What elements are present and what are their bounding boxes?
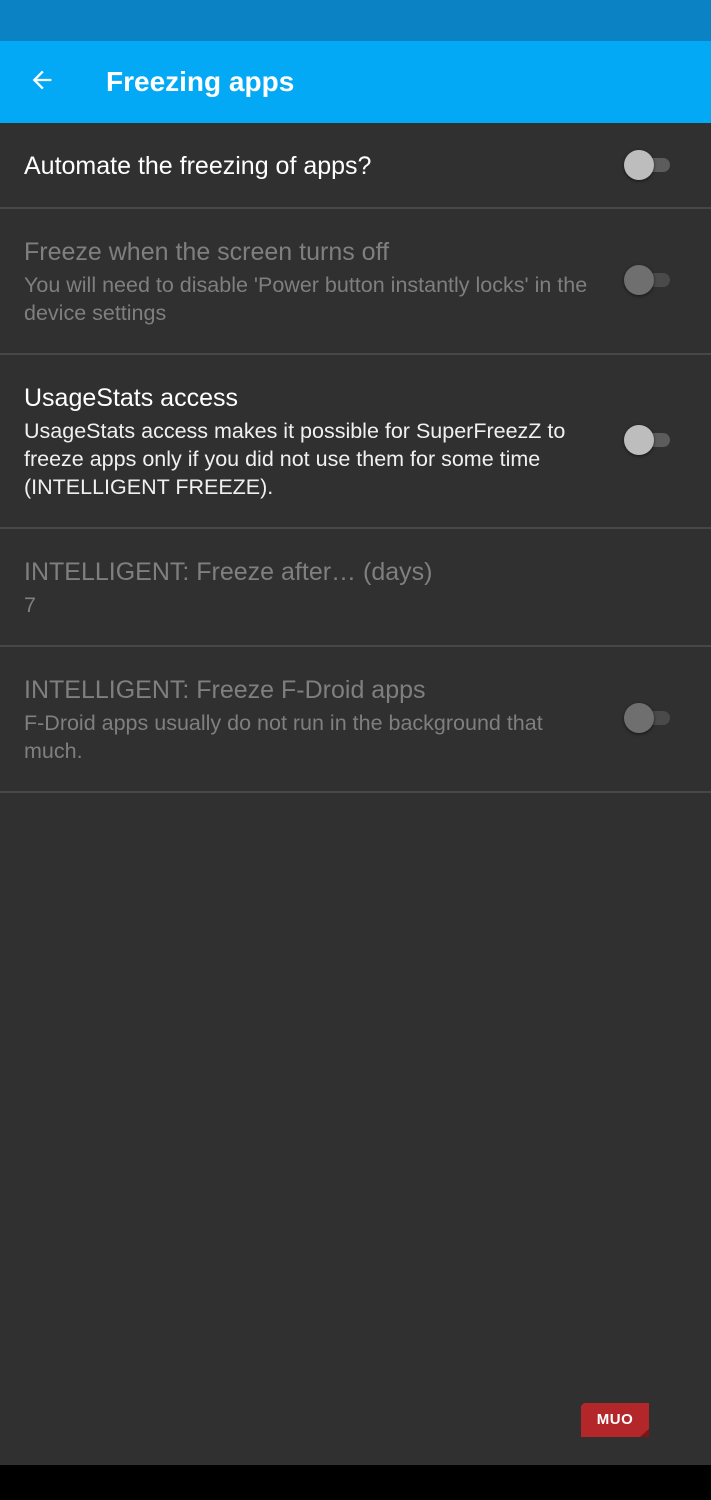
pref-summary: 7 [24,593,36,617]
app-bar: Freezing apps [0,41,711,123]
pref-summary: You will need to disable 'Power button i… [24,273,588,325]
page-title: Freezing apps [106,66,295,97]
pref-text: INTELLIGENT: Freeze after… (days) 7 [24,557,599,619]
switch-thumb [624,265,654,295]
pref-text: UsageStats access UsageStats access make… [24,383,599,501]
watermark-text: MUO [596,1411,634,1428]
muo-watermark-logo: MUO [580,1402,650,1438]
pref-title: UsageStats access [24,384,238,412]
status-bar [0,0,711,41]
pref-freeze-fdroid-apps[interactable]: INTELLIGENT: Freeze F-Droid apps F-Droid… [0,647,711,793]
pref-title: Freeze when the screen turns off [24,238,390,266]
pref-title: Automate the freezing of apps? [24,152,372,180]
automate-freezing-switch[interactable] [624,150,672,180]
pref-usagestats-access[interactable]: UsageStats access UsageStats access make… [0,355,711,529]
arrow-back-icon [32,70,52,90]
settings-list: Automate the freezing of apps? Freeze wh… [0,123,711,793]
pref-summary: UsageStats access makes it possible for … [24,419,566,499]
switch-thumb [624,425,654,455]
pref-title: INTELLIGENT: Freeze after… (days) [24,558,433,586]
pref-freeze-after-days[interactable]: INTELLIGENT: Freeze after… (days) 7 [0,529,711,647]
navigation-bar [0,1465,711,1500]
freeze-fdroid-switch[interactable] [624,703,672,733]
freeze-screen-off-switch[interactable] [624,265,672,295]
pref-text: INTELLIGENT: Freeze F-Droid apps F-Droid… [24,675,599,765]
pref-automate-freezing[interactable]: Automate the freezing of apps? [0,123,711,209]
pref-title: INTELLIGENT: Freeze F-Droid apps [24,676,426,704]
switch-thumb [624,150,654,180]
pref-summary: F-Droid apps usually do not run in the b… [24,711,543,763]
pref-freeze-screen-off[interactable]: Freeze when the screen turns off You wil… [0,209,711,355]
switch-thumb [624,703,654,733]
pref-text: Freeze when the screen turns off You wil… [24,237,599,327]
pref-text: Automate the freezing of apps? [24,151,599,181]
back-button[interactable] [16,54,68,106]
usagestats-access-switch[interactable] [624,425,672,455]
